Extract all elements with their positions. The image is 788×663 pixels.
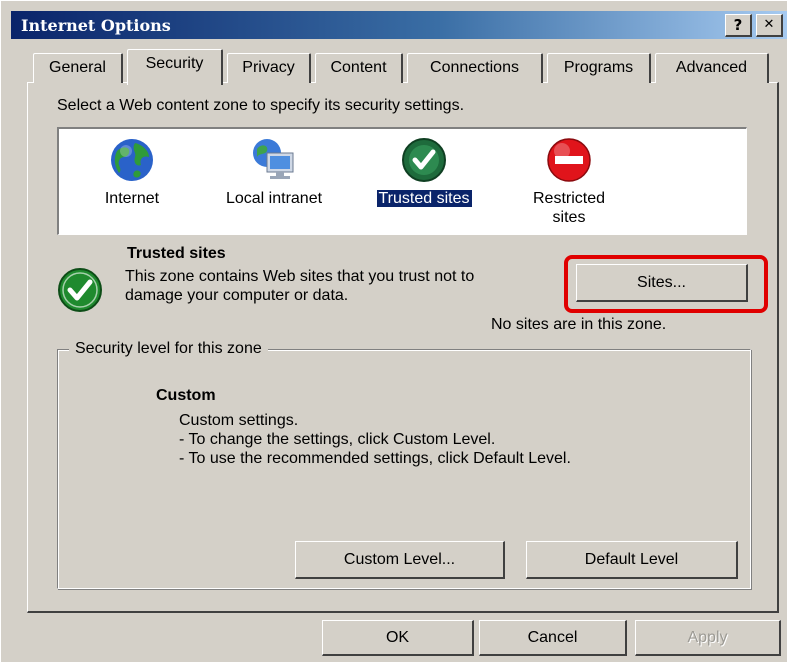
level-line-1: Custom settings.: [179, 412, 299, 429]
zone-local-intranet[interactable]: Local intranet: [209, 137, 339, 208]
tab-programs[interactable]: Programs: [547, 53, 651, 83]
security-level-legend: Security level for this zone: [69, 340, 268, 358]
tab-privacy-label: Privacy: [242, 59, 295, 76]
tab-privacy[interactable]: Privacy: [227, 53, 311, 83]
tab-security-label: Security: [145, 55, 204, 72]
level-line-3: - To use the recommended settings, click…: [179, 450, 571, 467]
cancel-button[interactable]: Cancel: [479, 620, 627, 656]
intranet-monitor-icon: [251, 137, 297, 183]
custom-level-button[interactable]: Custom Level...: [295, 541, 505, 579]
zone-restricted-sites[interactable]: Restricted sites: [519, 137, 619, 227]
tab-advanced[interactable]: Advanced: [655, 53, 769, 83]
tab-general-label: General: [49, 59, 106, 76]
close-button[interactable]: ✕: [756, 13, 783, 37]
zone-trusted-sites-label: Trusted sites: [375, 189, 473, 208]
trusted-check-large-icon: [57, 267, 103, 313]
tab-content-label: Content: [330, 59, 387, 76]
zone-internet[interactable]: Internet: [87, 137, 177, 208]
sites-button[interactable]: Sites...: [576, 264, 748, 302]
zone-restricted-label-line2: sites: [552, 209, 586, 226]
zone-local-intranet-label: Local intranet: [225, 190, 323, 207]
default-level-button[interactable]: Default Level: [526, 541, 738, 579]
tab-content[interactable]: Content: [315, 53, 403, 83]
level-line-2: - To change the settings, click Custom L…: [179, 431, 496, 448]
globe-icon: [109, 137, 155, 183]
restricted-no-entry-icon: [546, 137, 592, 183]
title-bar[interactable]: Internet Options ? ✕: [11, 11, 787, 39]
window-title: Internet Options: [21, 15, 171, 35]
help-button[interactable]: ?: [725, 13, 752, 37]
trusted-check-icon: [401, 137, 447, 183]
security-level-name: Custom: [156, 387, 216, 404]
zone-trusted-sites[interactable]: Trusted sites: [361, 137, 487, 208]
zone-list: Internet Local intranet Trusted sites Re…: [57, 127, 747, 235]
zone-restricted-label-line1: Restricted: [532, 190, 606, 207]
tab-connections-label: Connections: [430, 59, 519, 76]
selected-zone-title: Trusted sites: [127, 245, 226, 262]
zone-instruction: Select a Web content zone to specify its…: [57, 97, 465, 114]
security-level-description: Custom settings. - To change the setting…: [179, 411, 571, 468]
internet-options-dialog: Internet Options ? ✕ General Security Pr…: [0, 0, 788, 663]
tab-advanced-label: Advanced: [675, 59, 748, 76]
ok-button[interactable]: OK: [322, 620, 474, 656]
tab-general[interactable]: General: [33, 53, 123, 83]
sites-status-text: No sites are in this zone.: [491, 316, 667, 333]
zone-internet-label: Internet: [104, 190, 160, 207]
apply-button[interactable]: Apply: [635, 620, 781, 656]
tab-programs-label: Programs: [563, 59, 634, 76]
selected-zone-description: This zone contains Web sites that you tr…: [125, 268, 475, 304]
tab-security[interactable]: Security: [127, 49, 223, 85]
tab-connections[interactable]: Connections: [407, 53, 543, 83]
